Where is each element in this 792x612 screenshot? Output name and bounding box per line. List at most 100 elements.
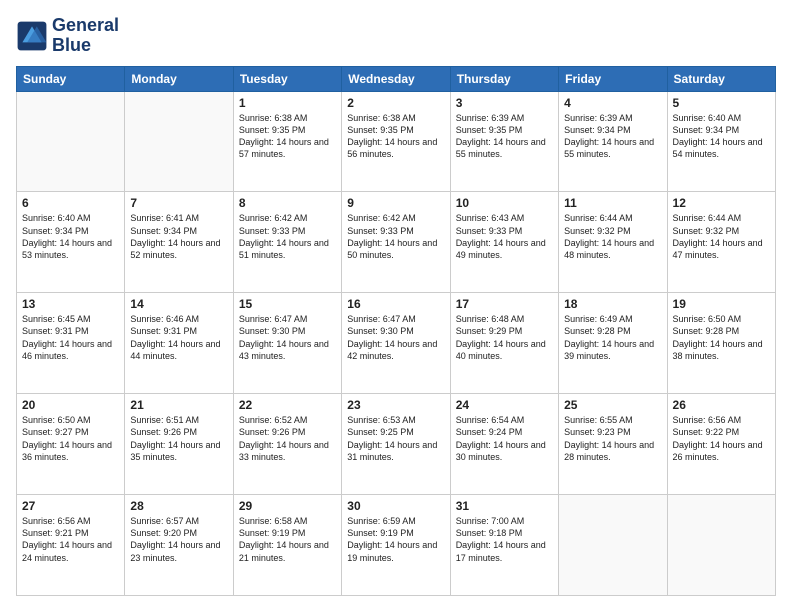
cell-info: Sunrise: 6:45 AM Sunset: 9:31 PM Dayligh… (22, 313, 119, 362)
cell-info: Sunrise: 6:57 AM Sunset: 9:20 PM Dayligh… (130, 515, 227, 564)
logo-text: General Blue (52, 16, 119, 56)
day-number: 23 (347, 398, 444, 412)
day-number: 26 (673, 398, 770, 412)
calendar-week-row: 1Sunrise: 6:38 AM Sunset: 9:35 PM Daylig… (17, 91, 776, 192)
calendar-cell: 2 Sunrise: 6:38 AM Sunset: 9:35 PM Daylig… (342, 91, 450, 192)
day-number: 24 (456, 398, 553, 412)
cell-info: Sunrise: 6:38 AM Sunset: 9:35 PM Dayligh… (347, 112, 444, 161)
cell-info: Sunrise: 6:54 AM Sunset: 9:24 PM Dayligh… (456, 414, 553, 463)
logo: General Blue (16, 16, 119, 56)
day-number: 16 (347, 297, 444, 311)
cell-info: Sunrise: 6:56 AM Sunset: 9:22 PM Dayligh… (673, 414, 770, 463)
weekday-header: Tuesday (233, 66, 341, 91)
cell-info: Sunrise: 6:53 AM Sunset: 9:25 PM Dayligh… (347, 414, 444, 463)
calendar-week-row: 6Sunrise: 6:40 AM Sunset: 9:34 PM Daylig… (17, 192, 776, 293)
day-number: 19 (673, 297, 770, 311)
calendar-cell: 4 Sunrise: 6:39 AM Sunset: 9:34 PM Daylig… (559, 91, 667, 192)
calendar-cell: 12 Sunrise: 6:44 AM Sunset: 9:32 PM Dayli… (667, 192, 775, 293)
cell-info: Sunrise: 6:42 AM Sunset: 9:33 PM Dayligh… (239, 212, 336, 261)
calendar-cell: 17 Sunrise: 6:48 AM Sunset: 9:29 PM Dayli… (450, 293, 558, 394)
day-number: 17 (456, 297, 553, 311)
weekday-header: Sunday (17, 66, 125, 91)
cell-info: Sunrise: 6:44 AM Sunset: 9:32 PM Dayligh… (673, 212, 770, 261)
calendar-week-row: 13 Sunrise: 6:45 AM Sunset: 9:31 PM Dayli… (17, 293, 776, 394)
calendar-week-row: 20Sunrise: 6:50 AM Sunset: 9:27 PM Dayli… (17, 394, 776, 495)
weekday-row: SundayMondayTuesdayWednesdayThursdayFrid… (17, 66, 776, 91)
day-number: 15 (239, 297, 336, 311)
day-number: 27 (22, 499, 119, 513)
calendar-cell (17, 91, 125, 192)
calendar-cell (559, 495, 667, 596)
cell-info: Sunrise: 6:42 AM Sunset: 9:33 PM Dayligh… (347, 212, 444, 261)
day-number: 7 (130, 196, 227, 210)
day-number: 11 (564, 196, 661, 210)
cell-info: Sunrise: 6:40 AM Sunset: 9:34 PM Dayligh… (673, 112, 770, 161)
calendar-cell: 23 Sunrise: 6:53 AM Sunset: 9:25 PM Dayli… (342, 394, 450, 495)
day-number: 18 (564, 297, 661, 311)
day-number: 2 (347, 96, 444, 110)
calendar-cell: 30 Sunrise: 6:59 AM Sunset: 9:19 PM Dayli… (342, 495, 450, 596)
weekday-header: Friday (559, 66, 667, 91)
weekday-header: Saturday (667, 66, 775, 91)
calendar-cell: 11 Sunrise: 6:44 AM Sunset: 9:32 PM Dayli… (559, 192, 667, 293)
calendar-cell: 18Sunrise: 6:49 AM Sunset: 9:28 PM Dayli… (559, 293, 667, 394)
calendar-cell: 20Sunrise: 6:50 AM Sunset: 9:27 PM Dayli… (17, 394, 125, 495)
day-number: 14 (130, 297, 227, 311)
calendar-cell: 8 Sunrise: 6:42 AM Sunset: 9:33 PM Daylig… (233, 192, 341, 293)
cell-info: Sunrise: 6:51 AM Sunset: 9:26 PM Dayligh… (130, 414, 227, 463)
day-number: 28 (130, 499, 227, 513)
calendar-body: 1Sunrise: 6:38 AM Sunset: 9:35 PM Daylig… (17, 91, 776, 595)
cell-info: Sunrise: 6:41 AM Sunset: 9:34 PM Dayligh… (130, 212, 227, 261)
logo-icon (16, 20, 48, 52)
calendar-header: SundayMondayTuesdayWednesdayThursdayFrid… (17, 66, 776, 91)
cell-info: Sunrise: 6:39 AM Sunset: 9:34 PM Dayligh… (564, 112, 661, 161)
calendar-cell (125, 91, 233, 192)
cell-info: Sunrise: 6:47 AM Sunset: 9:30 PM Dayligh… (239, 313, 336, 362)
calendar-cell: 5 Sunrise: 6:40 AM Sunset: 9:34 PM Daylig… (667, 91, 775, 192)
cell-info: Sunrise: 6:48 AM Sunset: 9:29 PM Dayligh… (456, 313, 553, 362)
cell-info: Sunrise: 7:00 AM Sunset: 9:18 PM Dayligh… (456, 515, 553, 564)
calendar-cell: 16 Sunrise: 6:47 AM Sunset: 9:30 PM Dayli… (342, 293, 450, 394)
calendar-cell: 19Sunrise: 6:50 AM Sunset: 9:28 PM Dayli… (667, 293, 775, 394)
day-number: 31 (456, 499, 553, 513)
weekday-header: Monday (125, 66, 233, 91)
cell-info: Sunrise: 6:52 AM Sunset: 9:26 PM Dayligh… (239, 414, 336, 463)
calendar-cell: 15 Sunrise: 6:47 AM Sunset: 9:30 PM Dayli… (233, 293, 341, 394)
day-number: 9 (347, 196, 444, 210)
cell-info: Sunrise: 6:43 AM Sunset: 9:33 PM Dayligh… (456, 212, 553, 261)
cell-info: Sunrise: 6:46 AM Sunset: 9:31 PM Dayligh… (130, 313, 227, 362)
day-number: 4 (564, 96, 661, 110)
calendar-cell: 25Sunrise: 6:55 AM Sunset: 9:23 PM Dayli… (559, 394, 667, 495)
cell-info: Sunrise: 6:44 AM Sunset: 9:32 PM Dayligh… (564, 212, 661, 261)
day-number: 20 (22, 398, 119, 412)
calendar-table: SundayMondayTuesdayWednesdayThursdayFrid… (16, 66, 776, 596)
calendar-cell: 29 Sunrise: 6:58 AM Sunset: 9:19 PM Dayli… (233, 495, 341, 596)
cell-info: Sunrise: 6:58 AM Sunset: 9:19 PM Dayligh… (239, 515, 336, 564)
cell-info: Sunrise: 6:39 AM Sunset: 9:35 PM Dayligh… (456, 112, 553, 161)
day-number: 29 (239, 499, 336, 513)
calendar-cell (667, 495, 775, 596)
day-number: 30 (347, 499, 444, 513)
header: General Blue (16, 16, 776, 56)
day-number: 3 (456, 96, 553, 110)
calendar-cell: 24 Sunrise: 6:54 AM Sunset: 9:24 PM Dayli… (450, 394, 558, 495)
cell-info: Sunrise: 6:38 AM Sunset: 9:35 PM Dayligh… (239, 112, 336, 161)
day-number: 13 (22, 297, 119, 311)
weekday-header: Wednesday (342, 66, 450, 91)
calendar-cell: 9 Sunrise: 6:42 AM Sunset: 9:33 PM Daylig… (342, 192, 450, 293)
day-number: 5 (673, 96, 770, 110)
calendar-cell: 27Sunrise: 6:56 AM Sunset: 9:21 PM Dayli… (17, 495, 125, 596)
day-number: 8 (239, 196, 336, 210)
day-number: 22 (239, 398, 336, 412)
cell-info: Sunrise: 6:47 AM Sunset: 9:30 PM Dayligh… (347, 313, 444, 362)
cell-info: Sunrise: 6:59 AM Sunset: 9:19 PM Dayligh… (347, 515, 444, 564)
calendar-week-row: 27Sunrise: 6:56 AM Sunset: 9:21 PM Dayli… (17, 495, 776, 596)
day-number: 10 (456, 196, 553, 210)
calendar-cell: 28 Sunrise: 6:57 AM Sunset: 9:20 PM Dayli… (125, 495, 233, 596)
calendar-cell: 7 Sunrise: 6:41 AM Sunset: 9:34 PM Daylig… (125, 192, 233, 293)
day-number: 21 (130, 398, 227, 412)
calendar-cell: 22 Sunrise: 6:52 AM Sunset: 9:26 PM Dayli… (233, 394, 341, 495)
day-number: 12 (673, 196, 770, 210)
calendar-cell: 1Sunrise: 6:38 AM Sunset: 9:35 PM Daylig… (233, 91, 341, 192)
calendar-cell: 10 Sunrise: 6:43 AM Sunset: 9:33 PM Dayli… (450, 192, 558, 293)
